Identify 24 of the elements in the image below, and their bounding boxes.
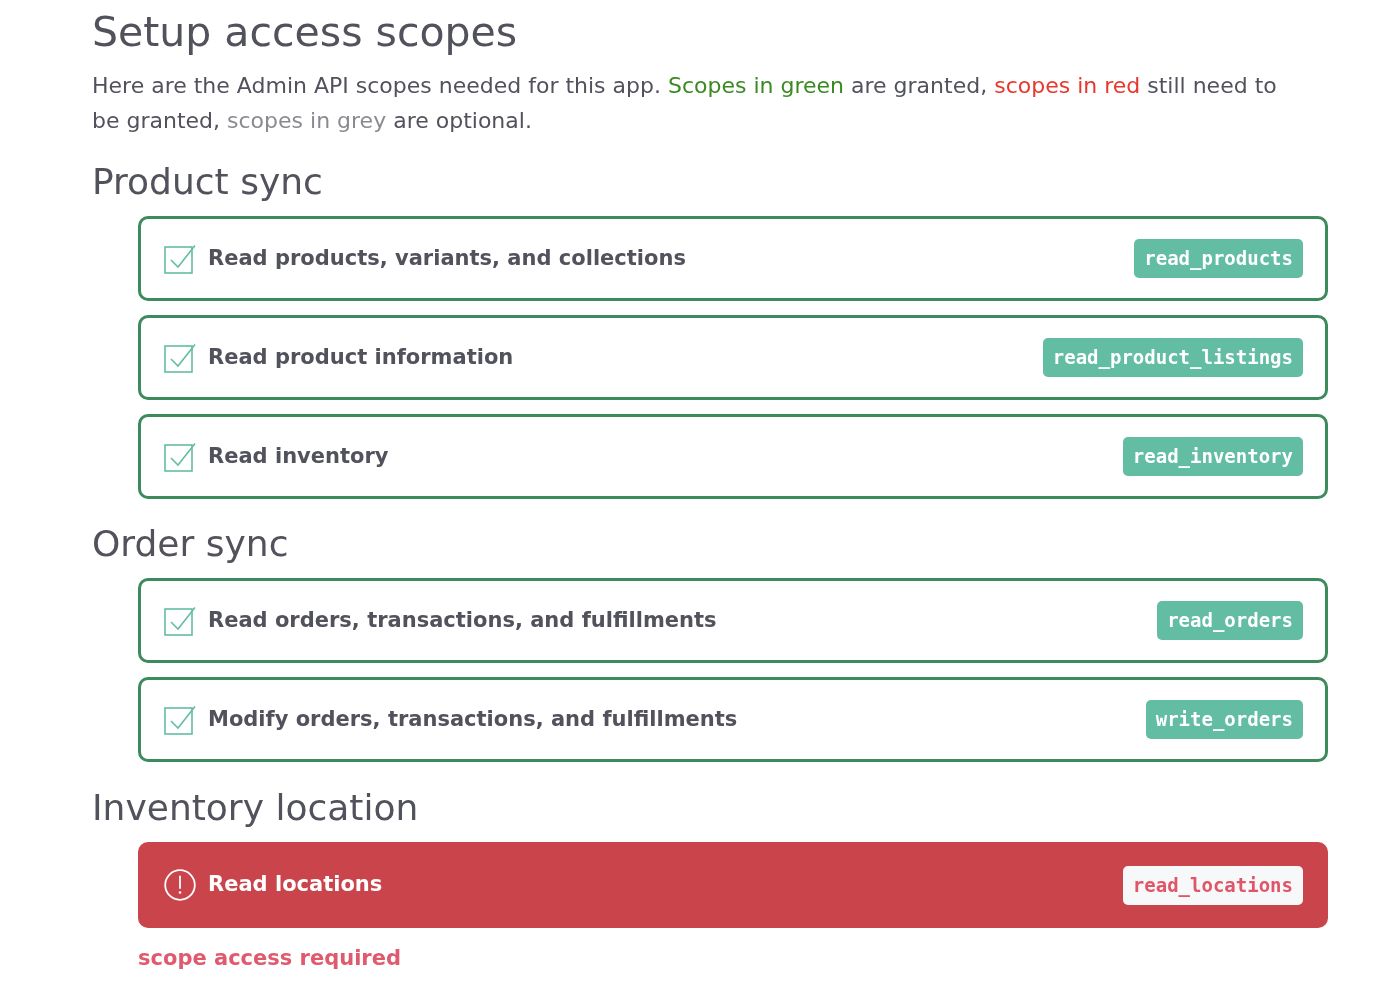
exclamation-circle-icon <box>164 869 196 901</box>
checkbox-checked-icon <box>164 243 196 274</box>
scope-label: Read inventory <box>208 442 389 470</box>
checkbox-checked-icon <box>164 342 196 373</box>
scope-code-tag: read_locations <box>1122 865 1303 905</box>
scope-label: Read locations <box>208 871 383 899</box>
scope-label: Read product information <box>208 343 514 371</box>
scope-code-tag: write_orders <box>1145 700 1303 739</box>
scope-label: Modify orders, transactions, and fulfillments <box>208 705 738 733</box>
scope-code-tag: read_product_listings <box>1042 338 1303 377</box>
section-heading: Inventory location <box>92 786 420 830</box>
checkbox-checked-icon <box>164 441 196 472</box>
checkbox-checked-icon <box>164 704 196 735</box>
scope-code-tag: read_orders <box>1157 601 1303 640</box>
scope-label: Read products, variants, and collections <box>208 244 686 272</box>
intro-text: Here are the Admin API scopes needed for this app. Scopes in green are granted, scopes in red still need to be granted, scopes in grey are optional. <box>92 72 1278 135</box>
error-message: scope access required <box>138 945 402 972</box>
scope-label: Read orders, transactions, and fulfillments <box>208 606 717 634</box>
page-title: Setup access scopes <box>92 8 519 56</box>
scope-code-tag: read_inventory <box>1122 437 1303 476</box>
section-heading: Order sync <box>92 522 290 566</box>
scope-code-tag: read_products <box>1134 239 1303 278</box>
section-heading: Product sync <box>92 160 324 204</box>
checkbox-checked-icon <box>164 605 196 636</box>
